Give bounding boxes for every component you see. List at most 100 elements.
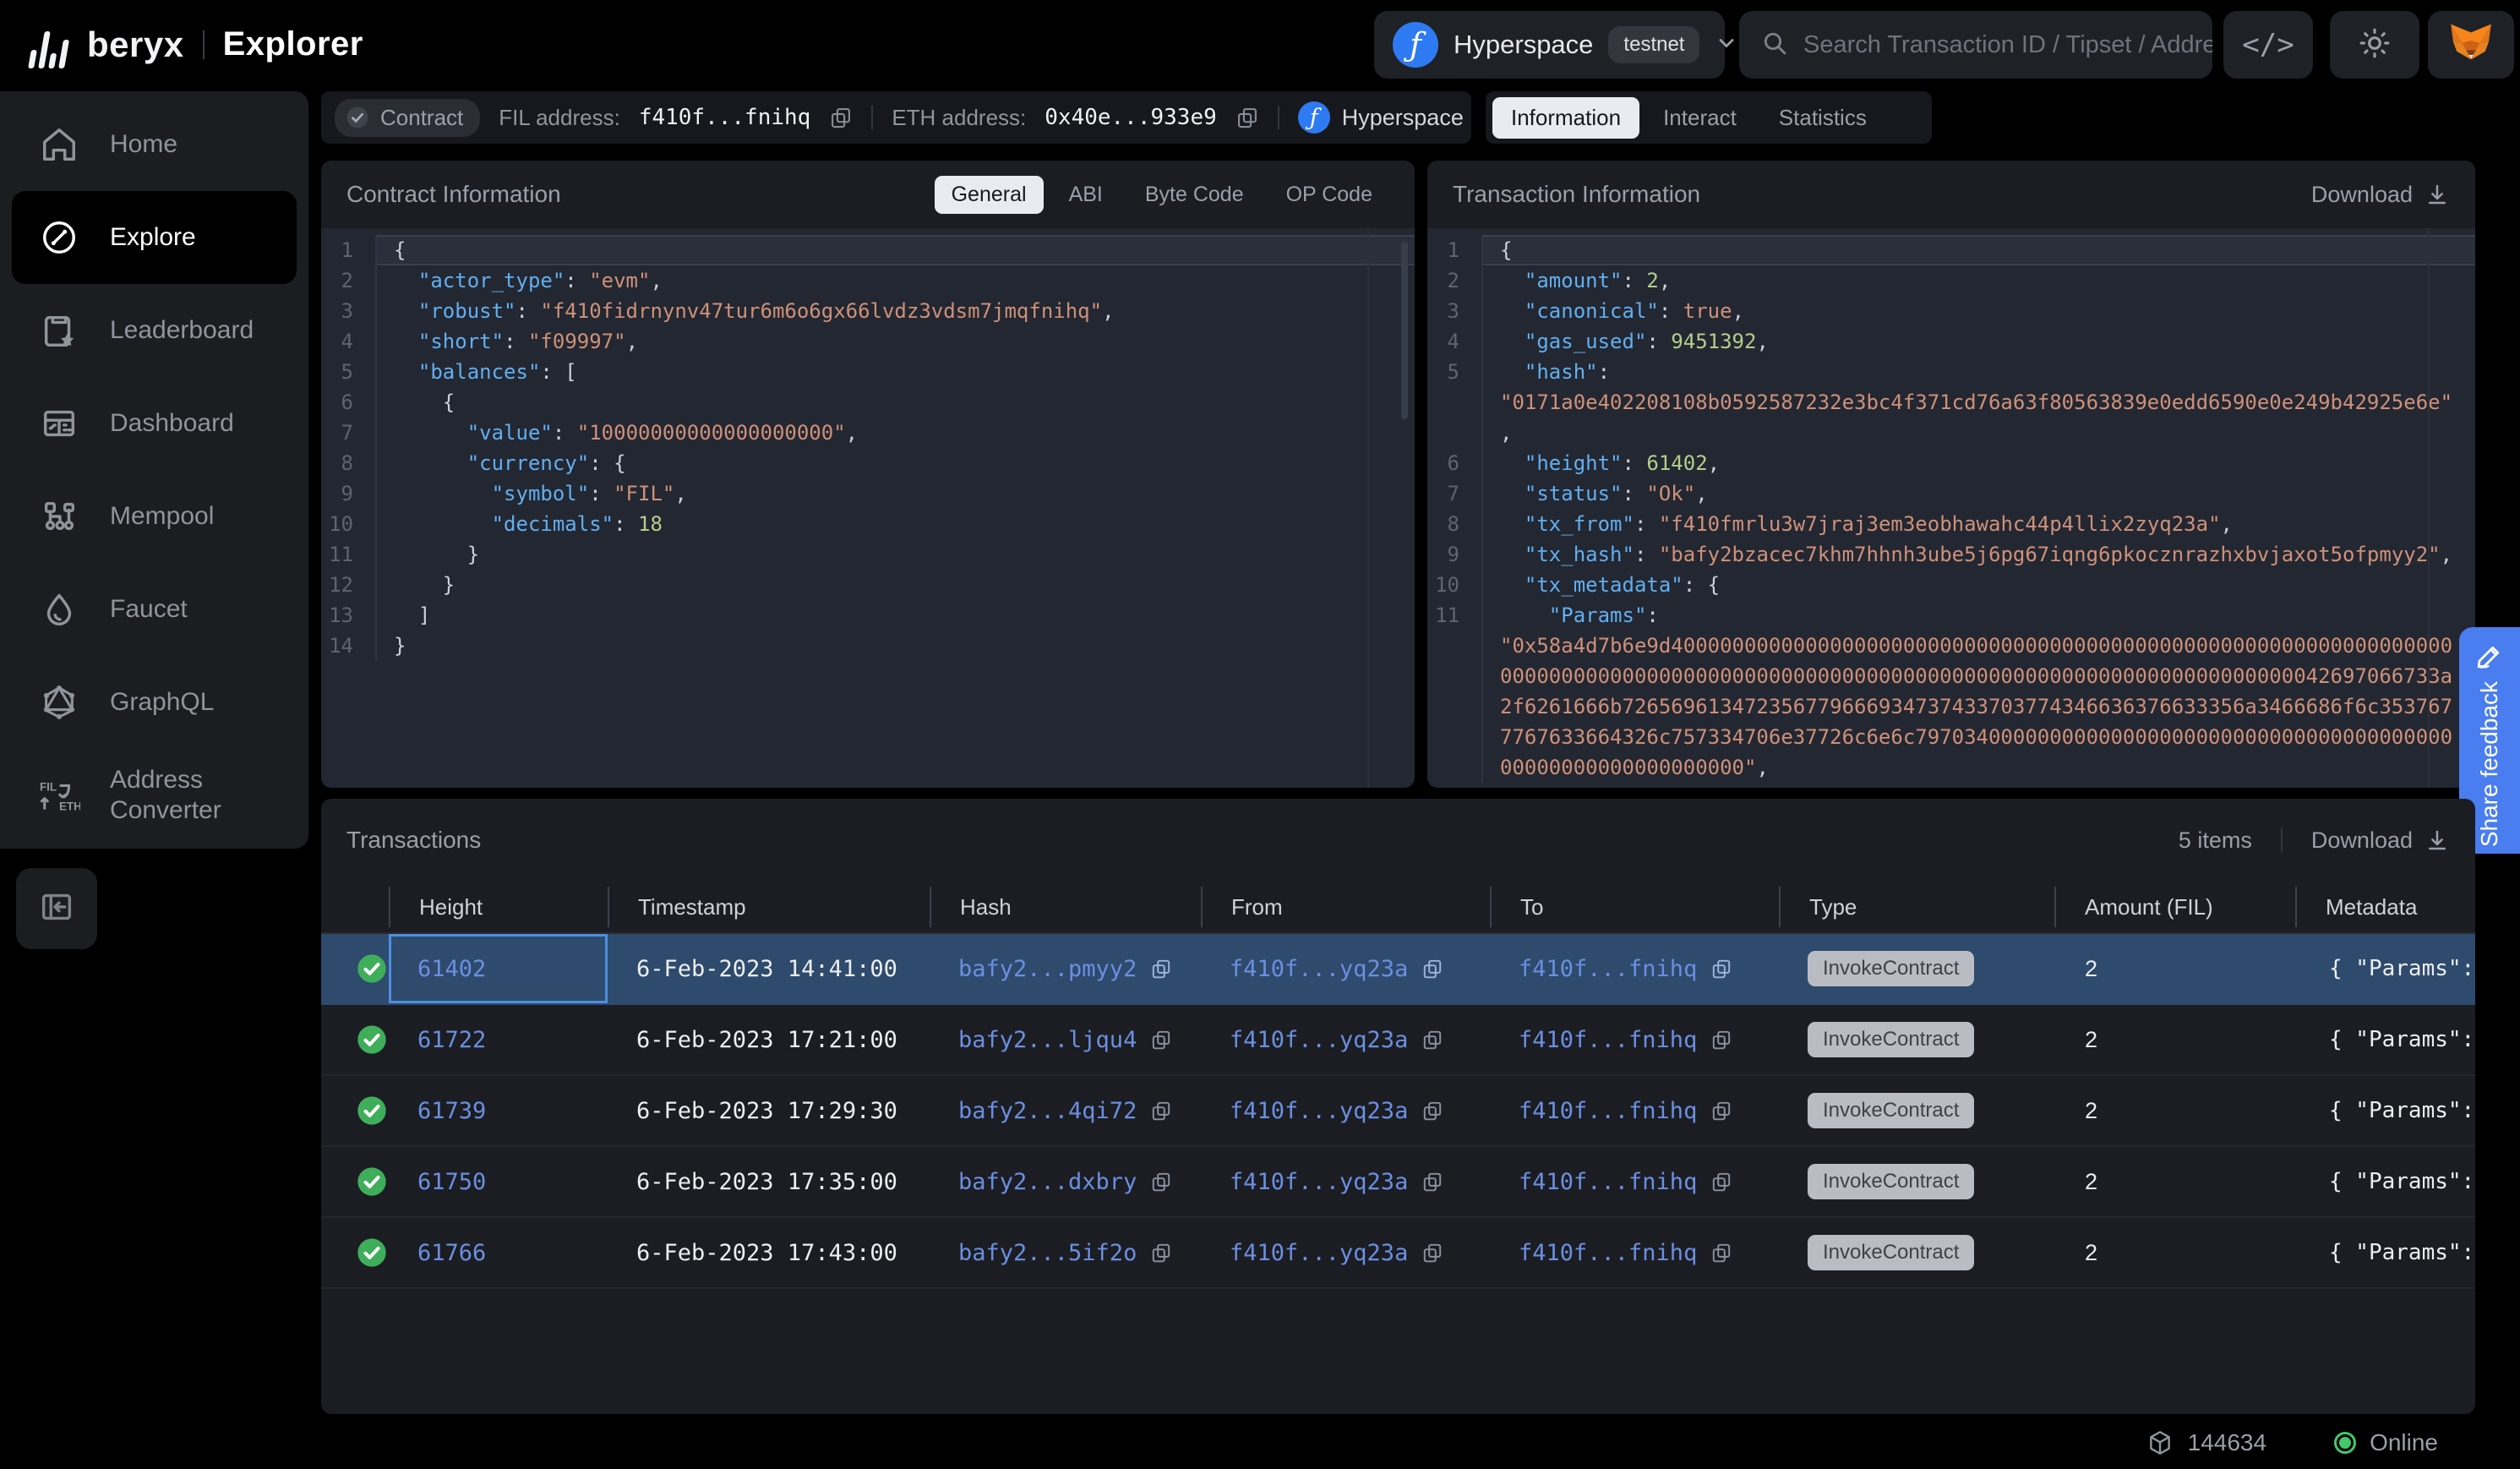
from-link[interactable]: f410f...yq23a — [1230, 1027, 1408, 1053]
timestamp: 6-Feb-2023 14:41:00 — [608, 956, 930, 982]
code-line-content: "height": 61402, — [1481, 448, 2475, 478]
sidebar-item-explore[interactable]: Explore — [12, 191, 297, 284]
collapse-sidebar-button[interactable] — [16, 868, 97, 949]
table-row[interactable]: 61766 6-Feb-2023 17:43:00 bafy2...5if2o … — [321, 1218, 2475, 1289]
tab-interact[interactable]: Interact — [1645, 97, 1755, 139]
wallet-button[interactable] — [2428, 11, 2514, 79]
code-line: 8 "tx_from": "f410fmrlu3w7jraj3em3eobhaw… — [1427, 509, 2475, 539]
copy-icon[interactable] — [1710, 1100, 1732, 1122]
type-badge: InvokeContract — [1808, 1093, 1974, 1128]
tab-information[interactable]: Information — [1492, 97, 1639, 139]
contract-badge: Contract — [335, 99, 480, 137]
copy-eth-address-button[interactable] — [1235, 106, 1259, 129]
hash-link[interactable]: bafy2...4qi72 — [958, 1098, 1137, 1124]
copy-icon[interactable] — [1421, 1029, 1443, 1051]
code-line: 8 "currency": { — [321, 448, 1415, 478]
tab-abi[interactable]: ABI — [1052, 176, 1120, 214]
copy-icon[interactable] — [1421, 1242, 1443, 1264]
code-line-content: { — [1481, 235, 2475, 265]
code-line: 5 "hash": "0171a0e402208108b0592587232e3… — [1427, 357, 2475, 448]
hash-link[interactable]: bafy2...dxbry — [958, 1169, 1137, 1195]
line-number: 5 — [1427, 357, 1481, 387]
tab-byte-code[interactable]: Byte Code — [1128, 176, 1261, 214]
to-link[interactable]: f410f...fnihq — [1519, 1027, 1697, 1053]
height-link[interactable]: 61402 — [417, 956, 486, 982]
hash-link[interactable]: bafy2...ljqu4 — [958, 1027, 1137, 1053]
download-transaction-button[interactable]: Download — [2311, 182, 2450, 208]
copy-icon[interactable] — [1421, 1171, 1443, 1193]
from-link[interactable]: f410f...yq23a — [1230, 1098, 1408, 1124]
line-number: 9 — [321, 478, 375, 509]
metadata: { "Params": — [2295, 1169, 2475, 1194]
to-link[interactable]: f410f...fnihq — [1519, 1169, 1697, 1195]
brand-name: beryx — [87, 25, 184, 65]
code-line-content: "tx_metadata": { — [1481, 570, 2475, 600]
download-transactions-button[interactable]: Download — [2311, 827, 2450, 854]
hash-cell: bafy2...5if2o — [930, 1240, 1201, 1266]
code-line: 5 "balances": [ — [321, 357, 1415, 387]
tab-statistics[interactable]: Statistics — [1760, 97, 1885, 139]
sidebar-item-leaderboard[interactable]: Leaderboard — [12, 284, 297, 377]
sidebar-item-address-converter[interactable]: FIL ETH Address Converter — [12, 749, 297, 842]
to-link[interactable]: f410f...fnihq — [1519, 956, 1697, 982]
status-ok-icon — [355, 950, 389, 987]
copy-icon[interactable] — [1421, 958, 1443, 980]
tab-general[interactable]: General — [935, 176, 1044, 214]
sidebar-item-home[interactable]: Home — [12, 98, 297, 191]
network-name: Hyperspace — [1454, 30, 1593, 60]
copy-icon[interactable] — [1150, 1100, 1172, 1122]
hash-link[interactable]: bafy2...5if2o — [958, 1240, 1137, 1266]
tab-op-code[interactable]: OP Code — [1269, 176, 1389, 214]
to-link[interactable]: f410f...fnihq — [1519, 1098, 1697, 1124]
from-link[interactable]: f410f...yq23a — [1230, 1169, 1408, 1195]
copy-icon[interactable] — [1150, 1029, 1172, 1051]
copy-icon[interactable] — [1710, 1171, 1732, 1193]
copy-icon[interactable] — [1421, 1100, 1443, 1122]
from-link[interactable]: f410f...yq23a — [1230, 956, 1408, 982]
check-circle-icon — [345, 105, 370, 130]
copy-icon[interactable] — [1150, 958, 1172, 980]
code-button[interactable]: </> — [2223, 11, 2313, 79]
table-row[interactable]: 61750 6-Feb-2023 17:35:00 bafy2...dxbry … — [321, 1147, 2475, 1218]
metadata: { "Params": — [2295, 1027, 2475, 1052]
sidebar-item-faucet[interactable]: Faucet — [12, 563, 297, 656]
divider — [2281, 827, 2283, 853]
transaction-panel-header: Transaction Information Download — [1427, 161, 2475, 228]
copy-fil-address-button[interactable] — [829, 106, 853, 129]
sidebar-item-graphql[interactable]: GraphQL — [12, 656, 297, 749]
copy-icon[interactable] — [1710, 1242, 1732, 1264]
amount: 2 — [2054, 1098, 2295, 1124]
copy-icon[interactable] — [1710, 1029, 1732, 1051]
hash-link[interactable]: bafy2...pmyy2 — [958, 956, 1137, 982]
height-link[interactable]: 61722 — [417, 1027, 486, 1053]
code-line-content: { — [375, 387, 1415, 418]
from-link[interactable]: f410f...yq23a — [1230, 1240, 1408, 1266]
table-row[interactable]: 61739 6-Feb-2023 17:29:30 bafy2...4qi72 … — [321, 1076, 2475, 1147]
network-selector[interactable]: ƒ Hyperspace testnet — [1374, 11, 1725, 79]
copy-icon[interactable] — [1150, 1171, 1172, 1193]
timestamp: 6-Feb-2023 17:43:00 — [608, 1240, 930, 1266]
height-link[interactable]: 61750 — [417, 1169, 486, 1195]
height-link[interactable]: 61766 — [417, 1240, 486, 1266]
table-row[interactable]: 61402 6-Feb-2023 14:41:00 bafy2...pmyy2 … — [321, 934, 2475, 1005]
theme-toggle-button[interactable] — [2330, 11, 2419, 79]
code-line: 6 "height": 61402, — [1427, 448, 2475, 478]
sidebar-item-mempool[interactable]: Mempool — [12, 470, 297, 563]
copy-icon[interactable] — [1150, 1242, 1172, 1264]
to-link[interactable]: f410f...fnihq — [1519, 1240, 1697, 1266]
code-line-content: "balances": [ — [375, 357, 1415, 387]
code-icon: </> — [2242, 28, 2294, 62]
code-line: 3 "canonical": true, — [1427, 296, 2475, 326]
table-row[interactable]: 61722 6-Feb-2023 17:21:00 bafy2...ljqu4 … — [321, 1005, 2475, 1076]
scrollbar-thumb[interactable] — [1401, 242, 1408, 419]
line-number: 4 — [1427, 326, 1481, 357]
height-link[interactable]: 61739 — [417, 1098, 486, 1124]
type-cell: InvokeContract — [1779, 1093, 2054, 1128]
brand[interactable]: beryx Explorer — [32, 0, 363, 89]
height-cell: 61766 — [389, 1218, 608, 1287]
copy-icon[interactable] — [1710, 958, 1732, 980]
chain-head-indicator[interactable]: 144634 — [2146, 1428, 2266, 1457]
search-input[interactable]: Search Transaction ID / Tipset / Address — [1739, 11, 2212, 79]
sun-icon — [2359, 27, 2391, 63]
sidebar-item-dashboard[interactable]: Dashboard — [12, 377, 297, 470]
